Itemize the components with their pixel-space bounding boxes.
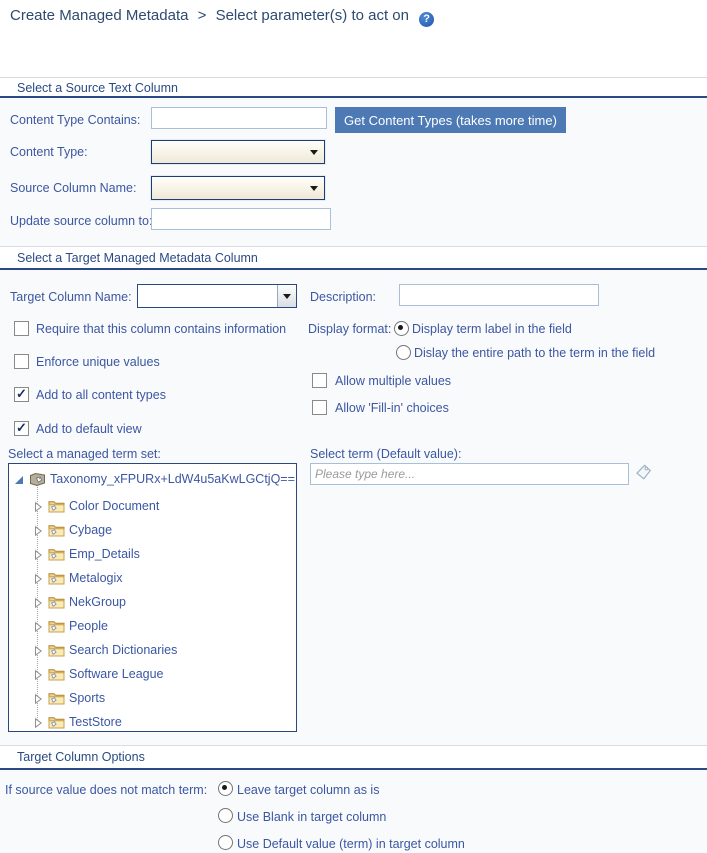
tree-collapsed-icon[interactable] (33, 645, 43, 660)
breadcrumb-primary[interactable]: Create Managed Metadata (10, 7, 188, 24)
use-blank-label: Use Blank in target column (237, 810, 387, 824)
tree-item-label[interactable]: People (69, 619, 108, 633)
options-section-title: Target Column Options (17, 750, 145, 764)
tag-icon[interactable] (634, 463, 653, 487)
allow-multiple-values-label: Allow multiple values (335, 374, 452, 388)
term-set-folder-icon (48, 715, 65, 732)
add-to-all-content-types-checkbox[interactable] (14, 386, 29, 402)
display-entire-path-radio-label: Dislay the entire path to the term in th… (414, 346, 656, 360)
source-section-rule (0, 96, 707, 98)
display-term-label-radio-label: Display term label in the field (412, 322, 572, 336)
enforce-unique-checkbox[interactable] (14, 354, 29, 369)
section-divider (0, 246, 707, 247)
term-set-folder-icon (48, 691, 65, 708)
help-icon[interactable]: ? (419, 12, 435, 27)
breadcrumb-separator: > (197, 7, 207, 24)
term-set-folder-icon (48, 595, 65, 612)
term-set-folder-icon (48, 643, 65, 660)
tree-collapsed-icon[interactable] (33, 693, 43, 708)
target-section-rule (0, 268, 707, 270)
use-default-value-radio[interactable] (218, 835, 233, 850)
target-column-name-combo[interactable] (137, 284, 297, 308)
term-store-icon (29, 472, 46, 490)
section-divider (0, 77, 707, 78)
get-content-types-button[interactable]: Get Content Types (takes more time) (335, 107, 566, 133)
tree-expanded-icon[interactable] (14, 474, 24, 488)
tree-collapsed-icon[interactable] (33, 597, 43, 612)
use-default-value-label: Use Default value (term) in target colum… (237, 837, 465, 851)
section-divider (0, 745, 707, 746)
content-type-contains-label: Content Type Contains: (10, 113, 141, 127)
chevron-down-icon (283, 294, 291, 299)
enforce-unique-label: Enforce unique values (36, 355, 160, 369)
breadcrumb-secondary: Select parameter(s) to act on (215, 7, 409, 24)
term-set-tree[interactable]: Taxonomy_xFPURx+LdW4u5aKwLGCtjQ== Color … (8, 463, 297, 732)
select-term-input[interactable] (310, 463, 629, 485)
allow-fill-in-label: Allow 'Fill-in' choices (335, 401, 449, 415)
term-set-folder-icon (48, 571, 65, 588)
add-to-default-view-checkbox[interactable] (14, 420, 29, 436)
tree-item-label[interactable]: TestStore (69, 715, 122, 729)
require-column-checkbox[interactable] (14, 321, 29, 336)
leave-target-as-is-radio[interactable] (218, 781, 233, 796)
tree-collapsed-icon[interactable] (33, 717, 43, 732)
term-set-folder-icon (48, 667, 65, 684)
add-to-all-content-types-label: Add to all content types (36, 388, 166, 402)
allow-fill-in-checkbox[interactable] (312, 400, 327, 415)
tree-collapsed-icon[interactable] (33, 621, 43, 636)
tree-root-label[interactable]: Taxonomy_xFPURx+LdW4u5aKwLGCtjQ== (50, 472, 295, 486)
display-format-label: Display format: (308, 322, 392, 336)
term-set-folder-icon (48, 619, 65, 636)
tree-item-label[interactable]: Color Document (69, 499, 159, 513)
term-set-folder-icon (48, 547, 65, 564)
breadcrumb: Create Managed Metadata > Select paramet… (10, 7, 435, 27)
combo-dropdown-button[interactable] (277, 285, 296, 307)
term-set-label: Select a managed term set: (8, 447, 161, 461)
tree-item-label[interactable]: Software League (69, 667, 164, 681)
allow-multiple-values-checkbox[interactable] (312, 373, 327, 388)
update-source-column-label: Update source column to: (10, 214, 153, 228)
source-column-name-label: Source Column Name: (10, 181, 137, 195)
add-to-default-view-label: Add to default view (36, 422, 142, 436)
display-entire-path-radio[interactable] (396, 345, 411, 360)
source-section-title: Select a Source Text Column (17, 81, 178, 95)
chevron-down-icon (310, 186, 318, 191)
display-term-label-radio[interactable] (394, 321, 409, 336)
require-column-label: Require that this column contains inform… (36, 322, 287, 336)
tree-item-label[interactable]: Cybage (69, 523, 112, 537)
tree-collapsed-icon[interactable] (33, 525, 43, 540)
tree-collapsed-icon[interactable] (33, 549, 43, 564)
update-source-column-input[interactable] (151, 208, 331, 230)
target-section-title: Select a Target Managed Metadata Column (17, 251, 258, 265)
use-blank-radio[interactable] (218, 808, 233, 823)
content-type-select[interactable] (151, 140, 325, 164)
tree-item-label[interactable]: Sports (69, 691, 105, 705)
tree-item-label[interactable]: Metalogix (69, 571, 123, 585)
term-set-folder-icon (48, 523, 65, 540)
options-section-rule (0, 768, 707, 770)
source-column-name-select[interactable] (151, 176, 325, 200)
tree-collapsed-icon[interactable] (33, 573, 43, 588)
description-label: Description: (310, 290, 376, 304)
page: Create Managed Metadata > Select paramet… (0, 0, 707, 853)
tree-item-label[interactable]: NekGroup (69, 595, 126, 609)
description-input[interactable] (399, 284, 599, 306)
chevron-down-icon (310, 150, 318, 155)
tree-item-label[interactable]: Search Dictionaries (69, 643, 177, 657)
select-term-label: Select term (Default value): (310, 447, 462, 461)
target-column-name-label: Target Column Name: (10, 290, 132, 304)
tree-collapsed-icon[interactable] (33, 669, 43, 684)
leave-target-as-is-label: Leave target column as is (237, 783, 380, 797)
tree-collapsed-icon[interactable] (33, 501, 43, 516)
content-type-label: Content Type: (10, 145, 88, 159)
tree-item-label[interactable]: Emp_Details (69, 547, 140, 561)
content-type-contains-input[interactable] (151, 107, 327, 129)
no-match-prompt: If source value does not match term: (5, 783, 208, 797)
term-set-folder-icon (48, 499, 65, 516)
